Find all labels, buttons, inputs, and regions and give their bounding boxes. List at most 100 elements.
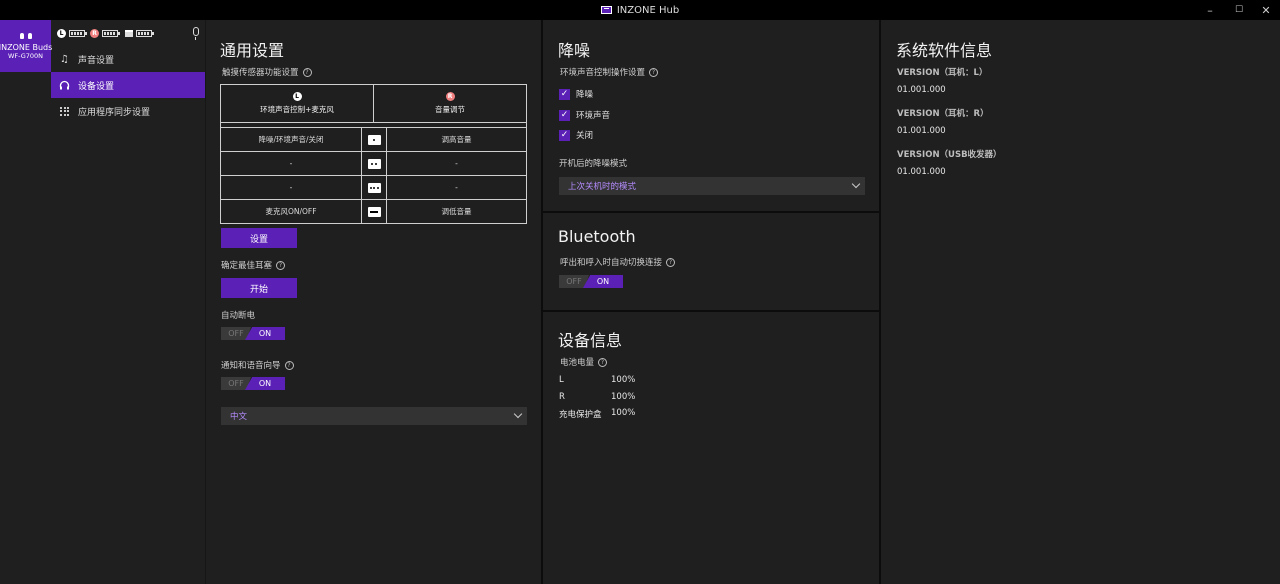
help-icon[interactable]: ?: [649, 67, 659, 77]
device-model: WF-G700N: [7, 51, 44, 60]
battery-left-name: L: [559, 375, 564, 385]
sidebar-item-sound-settings[interactable]: ♫ 声音设置: [51, 46, 205, 72]
right-action: 调高音量: [441, 135, 472, 144]
left-battery-icon: [69, 29, 87, 37]
battery-label-text: 电池电量: [560, 358, 595, 368]
version-right-label: VERSION（耳机：R）: [897, 109, 989, 119]
inzone-logo-icon: [600, 6, 612, 14]
app-title: INZONE Hub: [616, 4, 680, 16]
right-action: -: [455, 183, 458, 192]
checkbox-label: 降噪: [576, 90, 594, 100]
left-action: -: [289, 159, 293, 168]
battery-right-name: R: [559, 392, 565, 402]
divider: [205, 20, 206, 584]
chevron-down-icon: [513, 409, 523, 419]
app-title-area: INZONE Hub: [0, 0, 1280, 20]
table-row: - -: [221, 175, 526, 199]
sidebar-item-app-sync-settings[interactable]: 应用程序同步设置: [51, 98, 205, 124]
bluetooth-title: Bluetooth: [558, 227, 636, 246]
left-earbud-column-header: L 环境声音控制+麦克风: [221, 85, 373, 122]
right-earbud-icon: R: [445, 92, 455, 101]
voice-guidance-label: 通知和语音向导 ?: [221, 359, 294, 371]
checkbox-ambient-sound[interactable]: ✓ 环境声音: [559, 109, 610, 121]
auto-power-off-label: 自动断电: [221, 311, 256, 321]
language-select[interactable]: 中文: [221, 407, 527, 425]
music-note-icon: ♫: [60, 53, 69, 65]
battery-left-value: 100%: [611, 375, 636, 385]
chevron-down-icon: [851, 179, 861, 189]
right-action: -: [455, 159, 458, 168]
voice-guidance-label-text: 通知和语音向导: [221, 361, 281, 371]
headphones-icon: [59, 80, 70, 91]
right-earbud-indicator: R: [90, 28, 99, 38]
language-value: 中文: [230, 412, 248, 422]
ambient-control-label: 环境声音控制操作设置 ?: [560, 66, 659, 78]
voice-guidance-toggle[interactable]: OFF ON: [221, 377, 285, 390]
right-earbud-column-header: R 音量调节: [373, 85, 526, 122]
general-settings-title: 通用设置: [220, 41, 285, 60]
charging-case-icon: [125, 29, 133, 37]
divider: [879, 20, 881, 584]
startup-mode-value: 上次关机时的模式: [568, 182, 637, 192]
help-icon[interactable]: ?: [666, 257, 676, 267]
left-earbud-indicator: L: [57, 28, 66, 38]
sidebar-item-label: 声音设置: [78, 55, 115, 66]
help-icon[interactable]: ?: [276, 260, 286, 270]
help-icon[interactable]: ?: [284, 360, 294, 370]
battery-right-value: 100%: [611, 392, 636, 402]
status-row: L R: [51, 20, 205, 46]
left-action: 麦克风ON/OFF: [265, 207, 317, 216]
auto-switch-label: 呼出和呼入时自动切换连接 ?: [560, 256, 676, 268]
auto-power-off-toggle[interactable]: OFF ON: [221, 327, 285, 340]
check-icon: ✓: [559, 109, 570, 121]
auto-switch-label-text: 呼出和呼入时自动切换连接: [560, 258, 663, 268]
sidebar-item-device-settings[interactable]: 设备设置: [51, 72, 205, 98]
setup-button[interactable]: 设置: [221, 228, 297, 248]
battery-label: 电池电量 ?: [560, 356, 608, 368]
software-info-title: 系统软件信息: [896, 41, 993, 60]
start-button[interactable]: 开始: [221, 278, 297, 298]
close-button[interactable]: ✕: [1251, 0, 1280, 20]
version-left-value: 01.001.000: [897, 85, 946, 95]
checkbox-noise-canceling[interactable]: ✓ 降噪: [559, 88, 593, 100]
startup-mode-label: 开机后的降噪模式: [559, 159, 628, 169]
version-usb-value: 01.001.000: [897, 167, 946, 177]
touch-sensor-label-text: 触摸传感器功能设置: [222, 68, 299, 78]
check-icon: ✓: [559, 88, 570, 100]
version-right-value: 01.001.000: [897, 126, 946, 136]
help-icon[interactable]: ?: [302, 67, 312, 77]
startup-mode-select[interactable]: 上次关机时的模式: [559, 177, 865, 195]
toggle-on: ON: [245, 327, 285, 340]
help-icon[interactable]: ?: [598, 357, 608, 367]
toggle-on: ON: [583, 275, 623, 288]
long-press-icon: [367, 206, 381, 217]
auto-switch-toggle[interactable]: OFF ON: [559, 275, 623, 288]
divider: [541, 20, 543, 584]
table-row: 麦克风ON/OFF 调低音量: [221, 199, 526, 223]
minimize-button[interactable]: –: [1195, 0, 1225, 20]
left-function-label: 环境声音控制+麦克风: [260, 105, 334, 114]
best-fit-label-text: 确定最佳耳塞: [221, 261, 273, 271]
right-function-label: 音量调节: [435, 105, 465, 114]
table-row: 降噪/环境声音/关闭 调高音量: [221, 127, 526, 151]
device-tile[interactable]: INZONE Buds WF-G700N: [0, 20, 53, 72]
maximize-button[interactable]: ☐: [1224, 0, 1254, 20]
right-battery-icon: [102, 29, 120, 37]
earbuds-icon: [19, 32, 32, 39]
left-action: 降噪/环境声音/关闭: [258, 135, 324, 144]
table-row: - -: [221, 151, 526, 175]
sidebar-item-label: 设备设置: [78, 81, 115, 92]
toggle-on: ON: [245, 377, 285, 390]
grid-icon: [59, 106, 70, 117]
sidebar-nav: ♫ 声音设置 设备设置 应用程序同步设置: [51, 46, 205, 124]
best-fit-label: 确定最佳耳塞 ?: [221, 259, 286, 271]
case-battery-icon: [136, 29, 154, 37]
version-left-label: VERSION（耳机：L）: [897, 68, 988, 78]
checkbox-label: 环境声音: [576, 111, 611, 121]
microphone-icon[interactable]: [193, 27, 199, 40]
device-name: INZONE Buds: [0, 42, 53, 52]
noise-canceling-title: 降噪: [558, 41, 591, 60]
battery-case-name: 充电保护盒: [559, 410, 602, 420]
checkbox-off[interactable]: ✓ 关闭: [559, 129, 593, 141]
check-icon: ✓: [559, 129, 570, 141]
